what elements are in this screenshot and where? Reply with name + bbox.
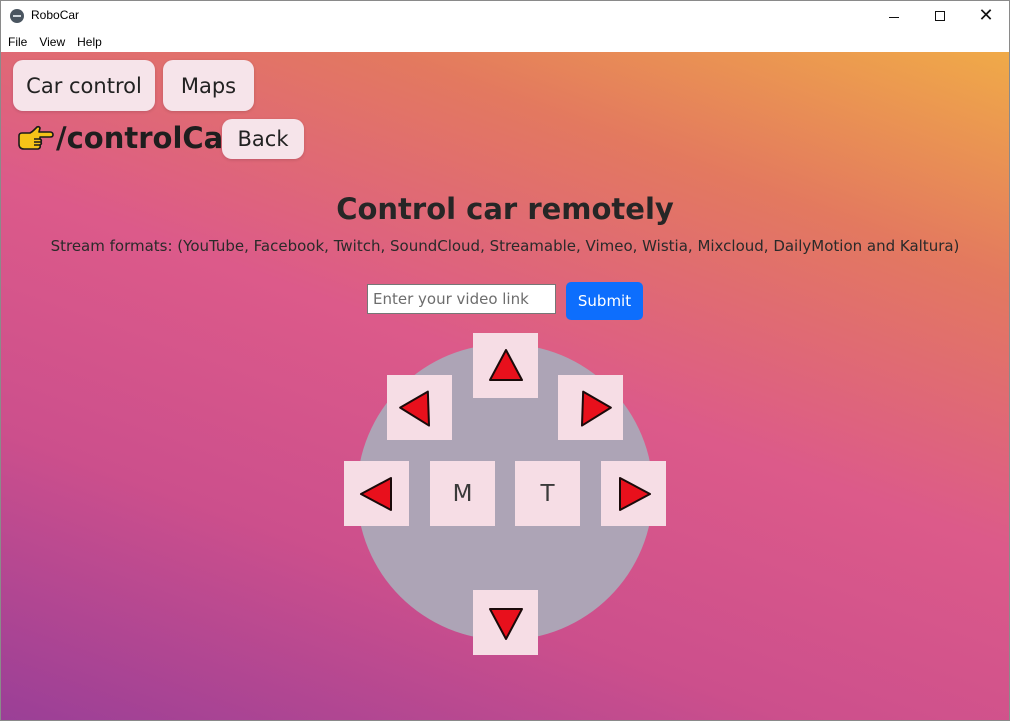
route-path: /controlCar: [56, 121, 238, 155]
window-title: RoboCar: [31, 8, 80, 22]
arrow-down-icon: [488, 607, 523, 640]
minimize-icon: [889, 16, 899, 18]
menu-bar: File View Help: [1, 31, 1009, 52]
minimize-button[interactable]: [871, 1, 917, 31]
forward-left-button[interactable]: [387, 375, 452, 440]
close-button[interactable]: ✕: [963, 1, 1009, 31]
arrow-down-right-icon: [398, 390, 430, 427]
pointing-hand-icon: [18, 125, 54, 150]
menu-item-help[interactable]: Help: [77, 35, 102, 49]
m-button[interactable]: M: [430, 461, 495, 526]
route-breadcrumb: /controlCar: [16, 118, 238, 158]
maximize-icon: [935, 11, 945, 21]
left-button[interactable]: [344, 461, 409, 526]
arrow-left-icon: [359, 476, 392, 511]
m-label: M: [452, 480, 473, 507]
robocar-app-icon: [10, 9, 24, 23]
forward-right-button[interactable]: [558, 375, 623, 440]
submit-button[interactable]: Submit: [566, 282, 643, 320]
stream-formats-text: Stream formats: (YouTube, Facebook, Twit…: [50, 237, 960, 255]
t-button[interactable]: T: [515, 461, 580, 526]
page-title: Control car remotely: [336, 192, 674, 226]
video-link-input[interactable]: [367, 284, 556, 314]
arrow-down-left-icon: [580, 390, 612, 427]
car-control-button[interactable]: Car control: [13, 60, 155, 111]
arrow-right-icon: [618, 476, 651, 511]
t-label: T: [540, 480, 555, 507]
menu-item-file[interactable]: File: [8, 35, 27, 49]
close-icon: ✕: [978, 5, 994, 26]
backward-button[interactable]: [473, 590, 538, 655]
arrow-up-icon: [488, 348, 523, 381]
app-window: RoboCar ✕ File View Help Car control Map…: [0, 0, 1010, 721]
maps-button[interactable]: Maps: [163, 60, 254, 111]
back-button[interactable]: Back: [222, 119, 304, 159]
maximize-button[interactable]: [917, 1, 963, 31]
main-content: Car control Maps /controlCar Back Contro…: [1, 52, 1009, 720]
menu-item-view[interactable]: View: [39, 35, 65, 49]
forward-button[interactable]: [473, 333, 538, 398]
title-bar[interactable]: RoboCar ✕: [1, 1, 1009, 31]
right-button[interactable]: [601, 461, 666, 526]
